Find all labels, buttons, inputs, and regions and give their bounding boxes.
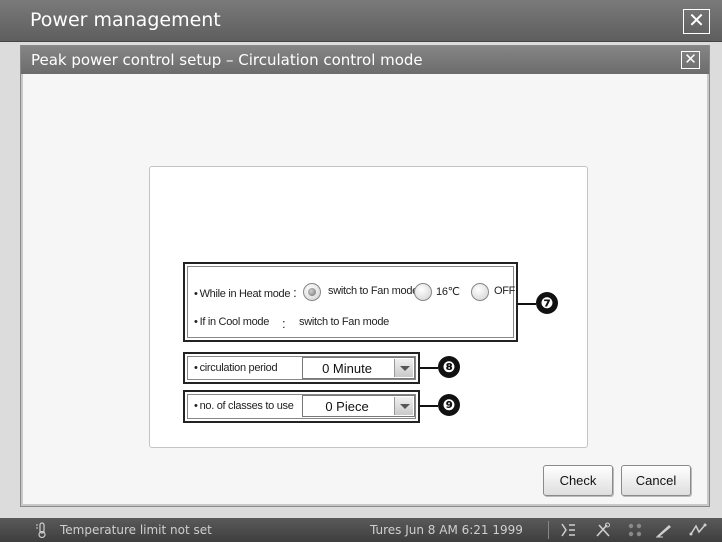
cool-mode-colon: : — [282, 316, 286, 331]
radio-off-label: OFF — [494, 285, 516, 297]
close-icon: ✕ — [684, 51, 697, 68]
callout-line-7 — [518, 303, 536, 305]
classes-group: • no. of classes to use 0 Piece — [183, 390, 420, 423]
classes-select[interactable]: 0 Piece — [302, 395, 415, 417]
check-button[interactable]: Check — [543, 465, 613, 496]
radio-16c-label: 16℃ — [436, 286, 460, 298]
dialog-close-button[interactable]: ✕ — [681, 51, 700, 69]
app-titlebar: Power management ✕ — [0, 0, 722, 42]
app-close-button[interactable]: ✕ — [683, 9, 710, 34]
radio-off[interactable] — [471, 283, 489, 301]
callout-badge-7: ❼ — [536, 292, 558, 314]
dialog-title: Peak power control setup – Circulation c… — [31, 51, 423, 69]
cancel-button[interactable]: Cancel — [621, 465, 691, 496]
callout-line-8 — [420, 367, 438, 369]
callout-line-9 — [420, 405, 438, 407]
list-icon[interactable] — [560, 522, 576, 538]
circulation-period-label: • circulation period — [194, 362, 278, 374]
radio-fan-mode[interactable] — [303, 283, 321, 301]
tools-icon[interactable] — [595, 522, 611, 538]
circulation-period-select[interactable]: 0 Minute — [302, 357, 415, 379]
status-message: Temperature limit not set — [60, 523, 212, 537]
circulation-period-value: 0 Minute — [322, 361, 372, 376]
app-title: Power management — [30, 9, 221, 31]
cool-mode-label: • If in Cool mode — [194, 316, 270, 328]
mode-settings-group: • While in Heat mode: switch to Fan mode … — [183, 262, 518, 342]
classes-label: • no. of classes to use — [194, 400, 294, 412]
setup-panel: • While in Heat mode: switch to Fan mode … — [149, 166, 588, 448]
chevron-down-icon[interactable] — [394, 397, 413, 415]
chevron-down-icon[interactable] — [394, 359, 413, 377]
callout-badge-8: ❽ — [438, 356, 460, 378]
dialog-body: • While in Heat mode: switch to Fan mode … — [23, 74, 707, 504]
cool-mode-value: switch to Fan mode — [299, 316, 389, 328]
pen-icon[interactable] — [655, 522, 673, 538]
dialog-window: Peak power control setup – Circulation c… — [20, 45, 710, 507]
callout-badge-9: ❾ — [438, 394, 460, 416]
radio-16c[interactable] — [414, 283, 432, 301]
status-divider — [548, 521, 549, 539]
status-bar: Temperature limit not set Tures Jun 8 AM… — [0, 518, 722, 542]
circulation-period-group: • circulation period 0 Minute — [183, 352, 420, 384]
radio-fan-mode-label: switch to Fan mode — [328, 285, 418, 297]
heat-mode-label: • While in Heat mode: — [194, 285, 297, 300]
classes-value: 0 Piece — [325, 399, 369, 414]
thermometer-icon — [35, 522, 49, 539]
close-icon: ✕ — [688, 10, 705, 32]
dots-icon[interactable] — [627, 522, 643, 538]
dialog-titlebar: Peak power control setup – Circulation c… — [21, 46, 709, 74]
status-datetime: Tures Jun 8 AM 6:21 1999 — [370, 523, 523, 537]
network-icon[interactable] — [689, 522, 707, 538]
